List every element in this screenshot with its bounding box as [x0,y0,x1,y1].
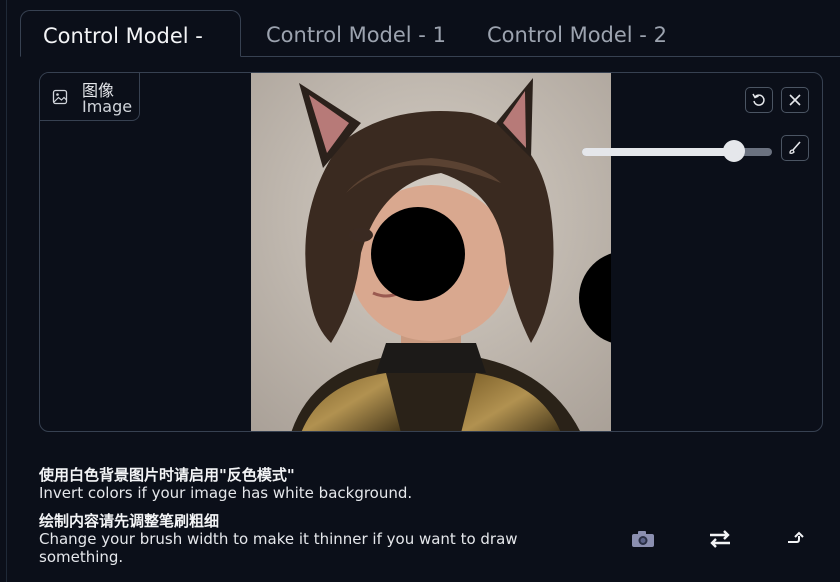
invert-note-zh: 使用白色背景图片时请启用"反色模式" [39,466,295,484]
brush-icon [789,141,801,154]
tab-control-model-2[interactable]: Control Model - 2 [465,10,689,56]
clear-button[interactable] [781,87,809,113]
image-sketch-panel: 图像 Image [39,72,823,432]
brush-note-en-1: Change your brush width to make it thinn… [39,530,518,548]
send-arrow-icon [788,531,804,543]
image-label-en: Image [82,97,133,116]
image-label-badge: 图像 Image [40,73,140,121]
brush-width-note: 绘制内容请先调整笔刷粗细 Change your brush width to … [39,512,518,566]
swap-arrows-icon [710,530,730,548]
send-button[interactable] [782,526,812,552]
portrait-image [251,73,611,431]
sketch-canvas[interactable] [251,73,611,431]
left-frame-edge [0,0,7,582]
slider-thumb[interactable] [723,140,745,162]
brush-button[interactable] [781,135,809,161]
tab-control-model-0[interactable]: Control Model - 0 [20,10,241,98]
brush-width-slider[interactable] [582,140,772,162]
brush-note-zh: 绘制内容请先调整笔刷粗细 [39,512,220,530]
brush-note-en-2: something. [39,548,124,566]
tab-control-model-1[interactable]: Control Model - 1 [244,10,468,56]
invert-note-en: Invert colors if your image has white ba… [39,484,413,502]
control-model-tabs: Control Model - 0 Control Model - 1 Cont… [20,10,840,98]
invert-colors-note: 使用白色背景图片时请启用"反色模式" Invert colors if your… [39,466,412,502]
close-icon [789,94,801,106]
undo-icon [752,93,765,106]
camera-icon [632,531,654,547]
webcam-button[interactable] [628,526,658,552]
swap-button[interactable] [705,526,735,552]
slider-fill [582,148,734,156]
undo-button[interactable] [745,87,773,113]
image-icon [52,89,68,105]
